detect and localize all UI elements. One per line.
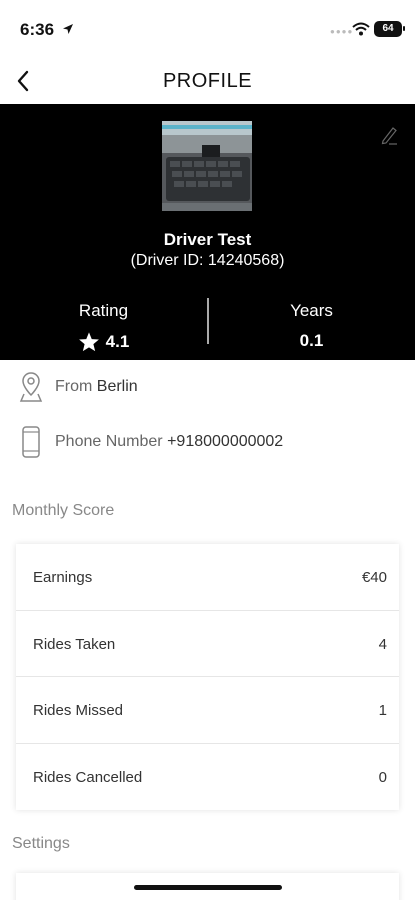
phone-label: Phone Number [55, 433, 163, 450]
row-label: Rides Missed [33, 702, 124, 719]
pencil-icon[interactable] [378, 124, 400, 146]
from-value: Berlin [96, 378, 138, 395]
row-value: 1 [378, 702, 387, 719]
location-arrow-icon [63, 24, 73, 34]
driver-name: Driver Test [163, 230, 252, 249]
from-row: From Berlin [0, 360, 415, 414]
location-pin-icon [19, 372, 43, 402]
row-value: 4 [378, 635, 387, 653]
rating-value: 4.1 [105, 332, 130, 351]
navigation-bar: PROFILE [0, 58, 415, 104]
phone-text: Phone Number +918000000002 [55, 433, 283, 451]
wifi-icon [352, 22, 370, 36]
rides-cancelled-row[interactable]: Rides Cancelled 0 [16, 744, 399, 811]
monthly-score-title: Monthly Score [12, 502, 115, 519]
settings-title: Settings [12, 835, 70, 852]
from-label: From [55, 378, 93, 395]
monthly-score-card: Earnings €40 Rides Taken 4 Rides Missed … [16, 544, 399, 810]
rating-stat: Rating 4.1 [0, 301, 207, 353]
rides-missed-row[interactable]: Rides Missed 1 [16, 677, 399, 744]
row-label: Rides Cancelled [33, 768, 143, 786]
status-bar: 6:36 ●●●● 64 [0, 0, 415, 58]
years-label: Years [290, 301, 333, 320]
row-value: 0 [378, 768, 387, 786]
driver-id: (Driver ID: 14240568) [130, 252, 285, 269]
rating-label: Rating [78, 301, 129, 320]
phone-value: +918000000002 [167, 433, 284, 450]
years-stat: Years 0.1 [208, 301, 415, 351]
row-value: €40 [361, 569, 387, 586]
rides-taken-row[interactable]: Rides Taken 4 [16, 611, 399, 677]
row-label: Rides Taken [33, 635, 116, 653]
earnings-row[interactable]: Earnings €40 [16, 544, 399, 611]
signal-dots-icon: ●●●● [330, 27, 354, 36]
home-indicator[interactable] [134, 885, 282, 890]
phone-row: Phone Number +918000000002 [0, 415, 415, 469]
from-text: From Berlin [55, 378, 138, 396]
battery-indicator: 64 [374, 21, 405, 37]
star-icon [78, 332, 99, 352]
page-title: PROFILE [162, 70, 253, 92]
status-time: 6:36 [20, 20, 55, 39]
years-value: 0.1 [299, 331, 324, 350]
phone-icon [22, 426, 40, 458]
row-label: Earnings [33, 569, 93, 586]
avatar [162, 121, 252, 211]
profile-header: Driver Test (Driver ID: 14240568) Rating… [0, 104, 415, 360]
